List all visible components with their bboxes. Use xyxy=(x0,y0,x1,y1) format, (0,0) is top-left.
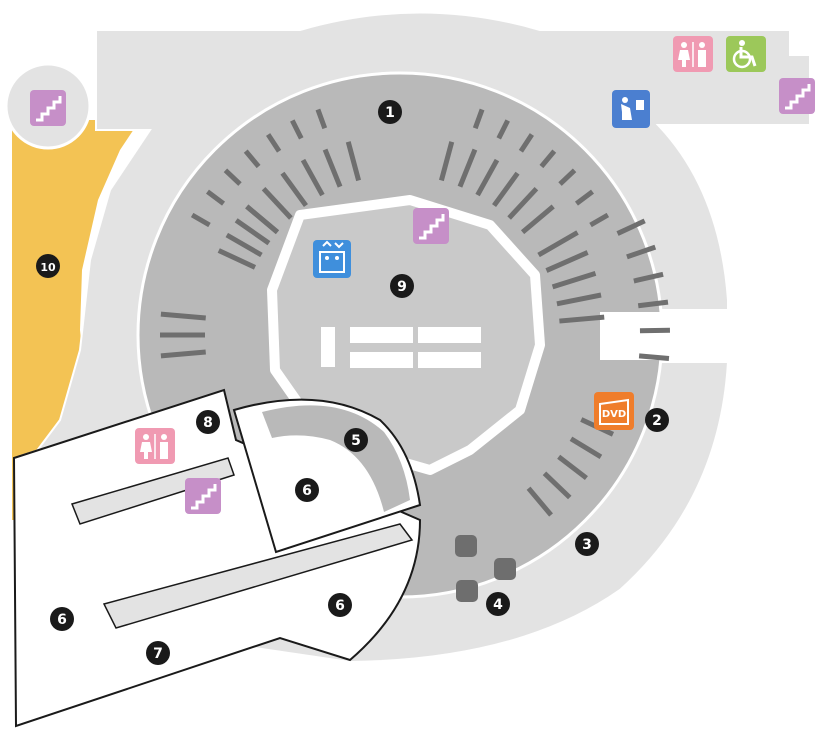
marker-label: 7 xyxy=(153,646,163,662)
floor-map: DVD 1 2 3 4 5 6 6 6 7 8 9 10 xyxy=(4,11,815,728)
svg-text:DVD: DVD xyxy=(602,409,626,420)
drinking-fountain-icon[interactable] xyxy=(612,90,650,128)
core-bench-4 xyxy=(418,352,481,368)
marker-m4[interactable]: 4 xyxy=(486,592,510,616)
marker-label: 3 xyxy=(582,537,592,553)
marker-label: 6 xyxy=(302,483,312,499)
marker-m10[interactable]: 10 xyxy=(36,254,60,278)
marker-label: 4 xyxy=(493,597,503,613)
pillar xyxy=(456,580,478,602)
core-bench-3 xyxy=(350,352,413,368)
seat-bar xyxy=(639,327,671,334)
stairs-icon[interactable] xyxy=(779,78,815,114)
restroom-icon[interactable] xyxy=(135,428,175,464)
marker-m6b[interactable]: 6 xyxy=(328,593,352,617)
marker-label: 6 xyxy=(57,612,67,628)
pillar xyxy=(455,535,477,557)
marker-label: 6 xyxy=(335,598,345,614)
core-bench-2 xyxy=(418,327,481,343)
marker-m1[interactable]: 1 xyxy=(378,100,402,124)
stairs-icon[interactable] xyxy=(185,478,221,514)
marker-label: 8 xyxy=(203,415,213,431)
marker-m8[interactable]: 8 xyxy=(196,410,220,434)
marker-label: 10 xyxy=(40,261,56,274)
wheelchair-icon[interactable] xyxy=(726,36,766,72)
stairs-icon[interactable] xyxy=(30,90,66,126)
right-notch xyxy=(600,312,730,360)
marker-m3[interactable]: 3 xyxy=(575,532,599,556)
marker-m2[interactable]: 2 xyxy=(645,408,669,432)
dvd-icon[interactable]: DVD xyxy=(594,392,634,430)
marker-m6c[interactable]: 6 xyxy=(50,607,74,631)
core-bench-1 xyxy=(350,327,413,343)
marker-label: 5 xyxy=(351,433,361,449)
pillar xyxy=(494,558,516,580)
restroom-icon[interactable] xyxy=(673,36,713,72)
marker-m5[interactable]: 5 xyxy=(344,428,368,452)
marker-m9[interactable]: 9 xyxy=(390,274,414,298)
marker-m7[interactable]: 7 xyxy=(146,641,170,665)
marker-label: 1 xyxy=(385,105,395,121)
marker-label: 9 xyxy=(397,279,407,295)
marker-m6a[interactable]: 6 xyxy=(295,478,319,502)
elevator-icon[interactable] xyxy=(313,240,351,278)
core-pillar xyxy=(321,327,335,367)
stairs-icon[interactable] xyxy=(413,208,449,244)
seat-bar xyxy=(638,353,670,362)
marker-label: 2 xyxy=(652,413,662,429)
